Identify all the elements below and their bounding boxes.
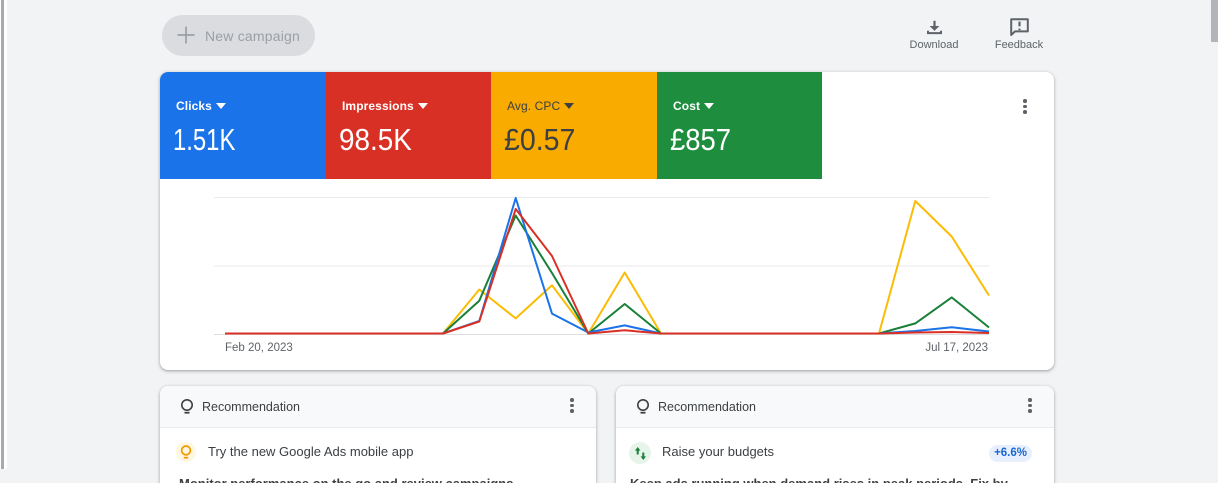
svg-text:Feb 20, 2023: Feb 20, 2023 bbox=[225, 342, 293, 354]
svg-text:Jul 17, 2023: Jul 17, 2023 bbox=[925, 342, 988, 354]
